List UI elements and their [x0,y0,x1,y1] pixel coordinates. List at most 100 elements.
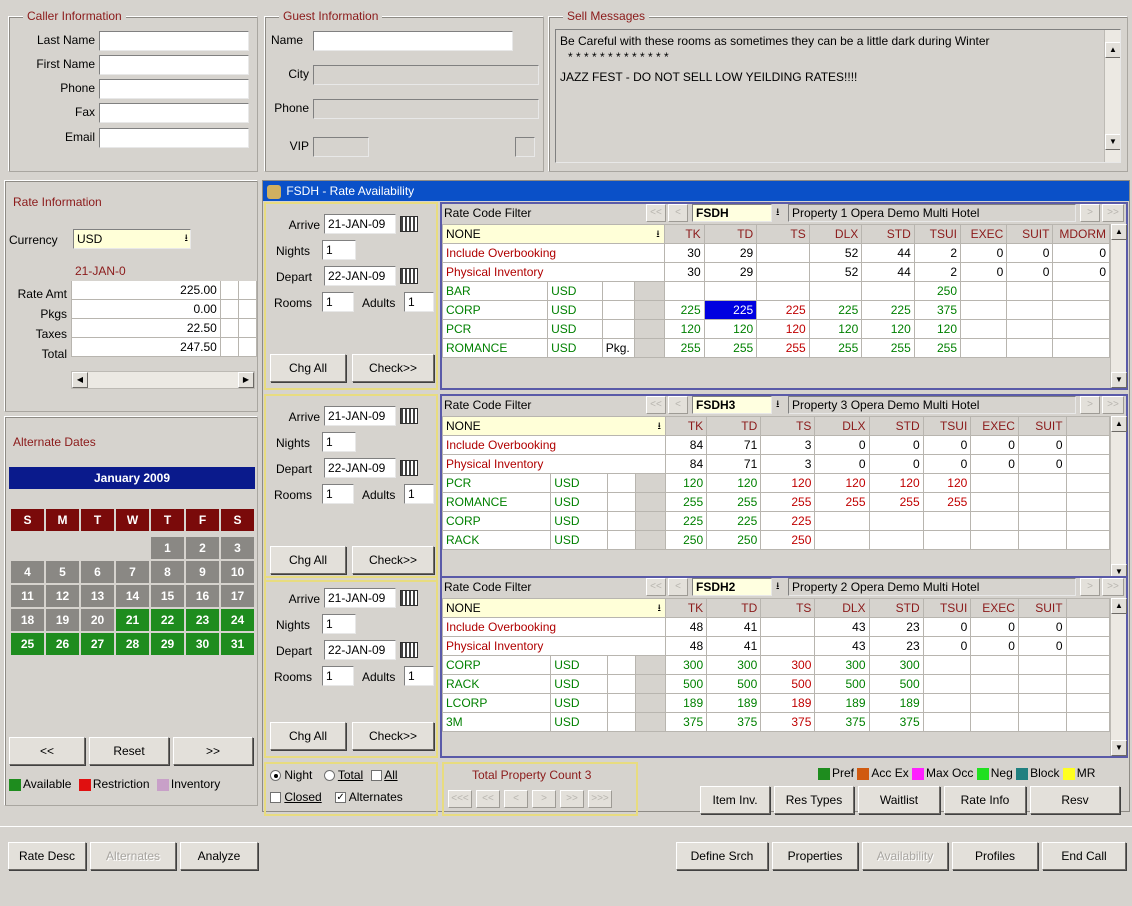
calendar-day[interactable]: 1 [149,535,186,561]
rate-cell[interactable]: 225 [663,300,705,320]
rate-cell[interactable] [1052,319,1110,339]
rate-cell[interactable]: 375 [706,712,762,732]
rate-cell[interactable] [960,338,1008,358]
calendar-day[interactable]: 7 [114,559,151,585]
check-button[interactable]: Check>> [352,354,434,382]
rate-cell[interactable] [861,281,915,301]
dropdown-arrow-icon[interactable]: ⭳ [658,419,662,435]
calendar-reset-button[interactable]: Reset [89,737,169,765]
rate-cell[interactable] [1006,281,1054,301]
availability-button[interactable]: Availability [862,842,948,870]
prev-property-button[interactable]: < [668,204,688,222]
rate-code-cell[interactable]: ROMANCE [441,492,552,512]
rate-cell[interactable] [1006,338,1054,358]
rate-cell[interactable]: 255 [760,492,816,512]
table-row[interactable]: RACK USD 500 500 500 500 500 [441,674,1111,694]
rate-cell[interactable] [1065,693,1111,713]
rate-cell[interactable]: 375 [868,712,924,732]
next-button[interactable]: > [532,790,556,808]
calendar-day[interactable]: 13 [79,583,116,609]
rate-cell[interactable] [922,712,972,732]
rate-code-cell[interactable]: BAR [441,281,549,301]
rate-cell[interactable]: 189 [665,693,708,713]
next-page-button[interactable]: >> [560,790,584,808]
rate-cell[interactable]: 120 [756,319,810,339]
rate-cell[interactable]: 255 [922,492,972,512]
rate-cell[interactable]: 225 [703,300,758,320]
nights-field[interactable]: 1 [322,240,356,260]
prev-property-button[interactable]: < [668,396,688,414]
end-call-button[interactable]: End Call [1042,842,1126,870]
table-row[interactable]: Physical Inventory 48 41 43 23 0 0 0 [441,636,1111,656]
first-property-button[interactable]: << [646,578,666,596]
calendar-day[interactable]: 27 [79,631,116,657]
rate-cell[interactable]: 250 [913,281,962,301]
rate-cell[interactable]: 225 [861,300,915,320]
adults-field[interactable]: 1 [404,292,434,312]
change-all-button[interactable]: Chg All [270,354,346,382]
rate-code-cell[interactable]: PCR [441,319,549,339]
table-row[interactable]: LCORP USD 189 189 189 189 189 [441,693,1111,713]
rooms-field[interactable]: 1 [322,666,354,686]
arrive-date-field[interactable]: 21-JAN-09 [324,588,396,608]
rate-code-cell[interactable]: RACK [441,674,552,694]
city-field[interactable] [313,65,539,85]
rate-cell[interactable]: 255 [814,492,870,512]
properties-button[interactable]: Properties [772,842,858,870]
dropdown-arrow-icon[interactable]: ⭳ [656,227,660,243]
rate-cell[interactable] [922,674,972,694]
rate-cell[interactable]: 255 [913,338,962,358]
rate-cell[interactable]: 500 [868,674,924,694]
rate-cell[interactable]: 250 [665,530,708,550]
table-row[interactable]: Physical Inventory 30 29 52 44 2 0 0 0 [442,262,1110,282]
rate-cell[interactable]: 300 [868,655,924,675]
rate-code-cell[interactable]: CORP [441,300,549,320]
property-code-field[interactable]: FSDH [692,204,772,222]
rate-cell[interactable]: 120 [665,473,708,493]
first-name-field[interactable] [99,55,249,75]
night-radio[interactable] [270,770,281,782]
define-search-button[interactable]: Define Srch [676,842,768,870]
alternates-checkbox[interactable]: ✓ [335,792,347,804]
rate-cell[interactable]: 225 [706,511,762,531]
scroll-up-icon[interactable]: ▲ [1111,224,1127,240]
profiles-button[interactable]: Profiles [952,842,1038,870]
rate-cell[interactable]: 189 [868,693,924,713]
property-code-field[interactable]: FSDH2 [692,578,772,596]
rate-cell[interactable] [970,511,1019,531]
last-property-button[interactable]: >> [1102,204,1124,222]
calendar-day[interactable]: 2 [184,535,221,561]
guest-phone-field[interactable] [313,99,539,119]
guest-name-field[interactable] [313,31,513,51]
calendar-icon[interactable] [400,268,418,284]
scroll-down-icon[interactable]: ▼ [1111,372,1127,388]
rate-cell[interactable] [960,300,1008,320]
rate-cell[interactable] [814,511,870,531]
rate-cell[interactable]: 120 [703,319,758,339]
rate-desc-button[interactable]: Rate Desc [8,842,86,870]
calendar-day[interactable]: 24 [219,607,256,633]
rate-cell[interactable] [970,674,1019,694]
resv-button[interactable]: Resv [1030,786,1120,814]
filter-select[interactable]: NONE ⭳ [442,224,665,244]
calendar-day[interactable]: 10 [219,559,256,585]
first-property-button[interactable]: << [646,204,666,222]
filter-select[interactable]: NONE ⭳ [441,598,667,618]
arrive-date-field[interactable]: 21-JAN-09 [324,214,396,234]
rate-cell[interactable] [814,530,870,550]
rate-cell[interactable] [1065,655,1111,675]
rate-cell[interactable] [868,530,924,550]
rate-cell[interactable]: 120 [663,319,705,339]
property-code-field[interactable]: FSDH3 [692,396,772,414]
rate-cell[interactable]: 189 [760,693,816,713]
rate-cell[interactable] [1017,655,1067,675]
last-page-button[interactable]: >>> [588,790,612,808]
rate-grid-scrollbar[interactable]: ▲ ▼ [1110,224,1127,388]
scroll-down-icon[interactable]: ▼ [1105,134,1120,150]
calendar-day[interactable]: 14 [114,583,151,609]
rate-code-cell[interactable]: CORP [441,655,552,675]
rate-cell[interactable]: 250 [760,530,816,550]
rate-cell[interactable]: 375 [913,300,962,320]
closed-checkbox[interactable] [270,792,281,804]
rate-cell[interactable] [808,281,863,301]
